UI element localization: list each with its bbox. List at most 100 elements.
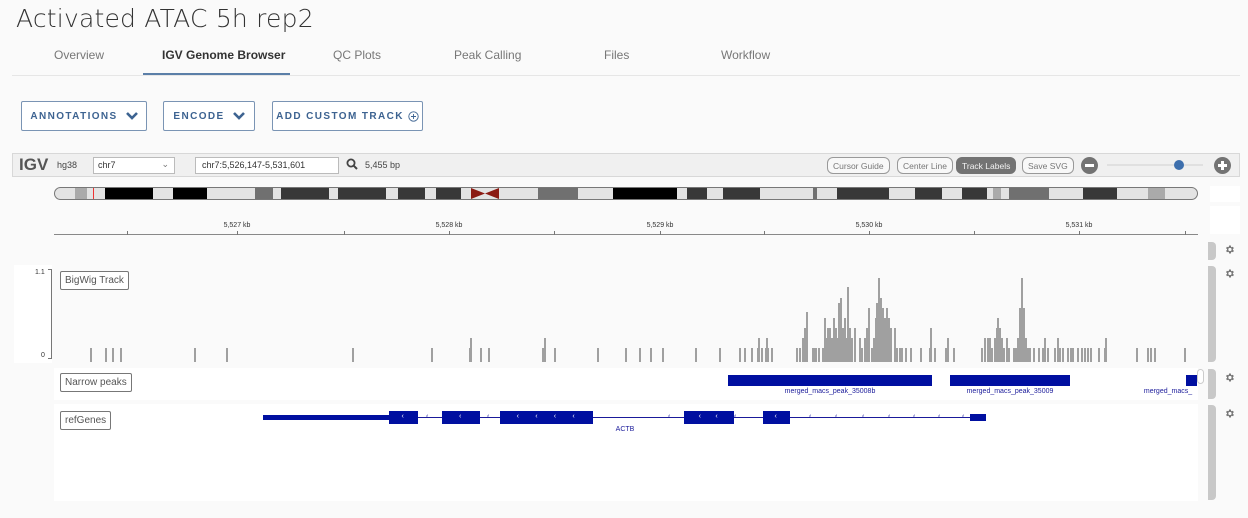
ideogram-band [173,188,207,199]
tab-files[interactable]: Files [604,48,629,62]
strand-arrow-icon: ‹ [668,413,671,420]
encode-dropdown-button[interactable]: ENCODE [163,101,255,131]
gear-icon[interactable] [1224,244,1235,255]
tab-overview[interactable]: Overview [54,48,104,62]
gene-utr[interactable] [263,415,389,420]
bigwig-signal-bar [751,348,753,362]
track-label-narrow-peaks[interactable]: Narrow peaks [60,373,132,392]
narrow-peaks-track[interactable]: Narrow peaks merged_macs_peak_35008b mer… [54,368,1198,400]
ideogram-band [687,188,707,199]
peaks-scrollbar[interactable] [1208,369,1216,399]
tab-peak-calling[interactable]: Peak Calling [454,48,521,62]
add-custom-track-button[interactable]: ADD CUSTOM TRACK [272,101,423,131]
bigwig-signal-bar [890,328,892,362]
gene-exon[interactable]: ‹ [442,411,480,424]
strand-arrow-icon: ‹ [809,413,812,420]
tab-igv-genome-browser[interactable]: IGV Genome Browser [162,48,285,62]
bigwig-signal-bar [744,348,746,362]
bigwig-signal-bar [662,348,664,362]
ruler-line [54,234,1198,235]
gene-exon[interactable]: ‹ ‹ [684,411,734,424]
ideogram-band [398,188,425,199]
chevron-down-icon [232,112,245,120]
track-label-refgenes[interactable]: refGenes [60,411,112,430]
zoom-in-icon[interactable] [1214,157,1231,174]
ruler-tick-label: 5,529 kb [646,222,674,229]
bigwig-signal-bar [639,348,641,362]
gene-exon[interactable]: ‹ ‹ ‹ ‹ [500,411,593,424]
bigwig-signal-bar [896,348,898,362]
plus-circle-icon [408,110,419,122]
gear-icon[interactable] [1224,408,1235,419]
bigwig-signal-bar [1044,338,1046,362]
bigwig-signal-bar [758,338,760,362]
ideogram-band [105,188,153,199]
bigwig-signal-bar [854,328,856,362]
bigwig-signal-bar [1136,348,1138,362]
bigwig-signal-bar [861,348,863,362]
gear-icon[interactable] [1224,372,1235,383]
zoom-slider[interactable] [1107,160,1203,170]
peak-feature[interactable] [950,375,1070,386]
track-label-bigwig[interactable]: BigWig Track [60,271,129,290]
ideogram-band [613,188,677,199]
ruler-tick [869,231,870,235]
bigwig-axis: 1.1 0 [14,265,52,363]
gear-icon[interactable] [1224,268,1235,279]
page-title: Activated ATAC 5h rep2 [16,4,314,33]
tab-workflow[interactable]: Workflow [721,48,770,62]
bigwig-signal-bar [1033,348,1035,362]
strand-arrow-icon: ‹ [553,413,557,420]
bigwig-signal-bar [650,348,652,362]
gene-utr[interactable] [970,414,986,421]
encode-label: ENCODE [173,110,225,122]
gene-exon[interactable]: ‹ [763,411,790,424]
ruler-tick [764,231,765,235]
peak-feature[interactable] [1186,375,1197,386]
track-labels-button[interactable]: Track Labels [956,157,1017,174]
chromosome-value: chr7 [98,160,116,170]
peaks-inner-scroll[interactable] [1197,369,1204,384]
gene-exon[interactable]: ‹ [389,411,418,424]
centromere-icon [471,188,499,199]
ruler-tick [127,231,128,235]
bigwig-signal-bar [739,348,741,362]
save-svg-button[interactable]: Save SVG [1022,157,1074,174]
chromosome-ideogram[interactable] [54,187,1198,200]
chromosome-select[interactable]: chr7 ⌄ [93,157,175,174]
refgenes-scrollbar[interactable] [1208,405,1216,500]
zoom-slider-handle[interactable] [1174,160,1184,170]
bigwig-signal-bar [1077,348,1079,362]
bigwig-signal-bar [815,348,817,362]
bigwig-track[interactable]: BigWig Track [54,265,1198,363]
strand-arrow-icon: ‹ [835,413,838,420]
axis-min-label: 0 [41,352,45,359]
axis-max-label: 1.1 [35,269,45,276]
bigwig-signal-bar [1098,348,1100,362]
locus-search-input[interactable]: chr7:5,526,147-5,531,601 [195,157,339,174]
ruler-scrollbar[interactable] [1208,242,1216,260]
bigwig-signal-bar [806,312,808,362]
ideogram-band [723,188,760,199]
gene-name-label[interactable]: ACTB [616,426,635,433]
bigwig-scrollbar[interactable] [1208,266,1216,362]
bigwig-signal-bar [597,348,599,362]
genome-label[interactable]: hg38 [57,160,77,170]
annotations-label: ANNOTATIONS [30,110,118,122]
tab-bar: Overview IGV Genome Browser QC Plots Pea… [12,40,1240,76]
annotations-dropdown-button[interactable]: ANNOTATIONS [21,101,147,131]
tab-qc-plots[interactable]: QC Plots [333,48,381,62]
zoom-out-icon[interactable] [1081,157,1098,174]
bigwig-signal-bar [1072,348,1074,362]
refgenes-track[interactable]: refGenes ACTB ‹ ‹ ‹ ‹ ‹ ‹ ‹ ‹ ‹ ‹ ‹ ‹ ‹ ‹ ‹ ‹ ‹ ‹ ‹ ‹ [54,404,1198,501]
bigwig-signal-bar [488,348,490,362]
strand-arrow-icon: ‹ [516,413,519,420]
peak-feature[interactable] [728,375,932,386]
cursor-guide-button[interactable]: Cursor Guide [827,157,890,174]
bigwig-signal-bar [905,348,907,362]
center-line-button[interactable]: Center Line [897,157,953,174]
strand-arrow-icon: ‹ [862,413,865,420]
bigwig-signal-bar [431,348,433,362]
search-icon[interactable] [346,158,358,170]
bigwig-signal-bar [799,348,801,362]
